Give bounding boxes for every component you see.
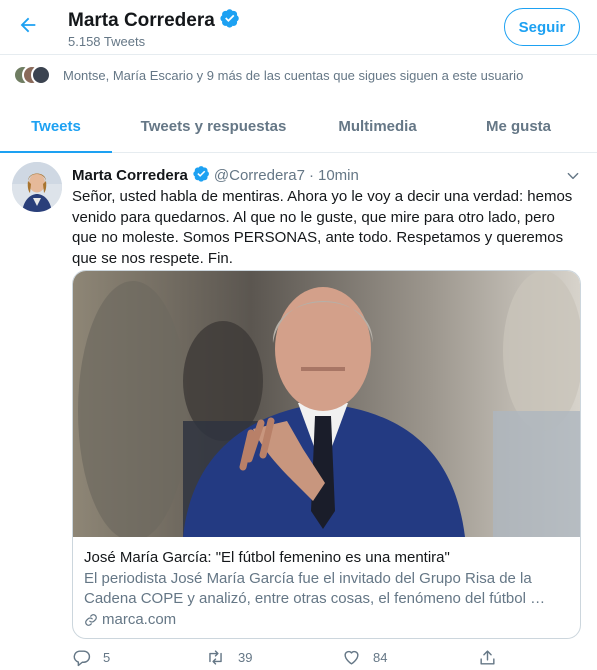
retweet-count: 39 xyxy=(238,650,253,665)
retweet-icon xyxy=(205,648,226,667)
profile-name-text: Marta Corredera xyxy=(68,10,215,31)
mutual-avatars xyxy=(13,65,53,85)
heart-icon xyxy=(342,648,361,667)
tab-tweets-and-replies[interactable]: Tweets y respuestas xyxy=(112,100,315,152)
mutual-followers-text: Montse, María Escario y 9 más de las cue… xyxy=(63,67,524,83)
tweet-count: 5.158 Tweets xyxy=(68,34,146,49)
profile-tabs: Tweets Tweets y respuestas Multimedia Me… xyxy=(0,100,597,153)
profile-name: Marta Corredera xyxy=(68,8,240,34)
verified-badge-icon xyxy=(193,165,210,186)
tab-media[interactable]: Multimedia xyxy=(315,100,440,152)
card-description: El periodista José María García fue el i… xyxy=(84,570,546,607)
chevron-down-icon[interactable] xyxy=(564,167,582,185)
avatar[interactable] xyxy=(12,162,62,212)
card-title: José María García: "El fútbol femenino e… xyxy=(84,549,450,566)
mutual-followers[interactable]: Montse, María Escario y 9 más de las cue… xyxy=(0,56,597,94)
tweet-timestamp[interactable]: 10min xyxy=(318,167,359,184)
arrow-left-icon xyxy=(17,14,39,41)
link-icon xyxy=(84,613,98,627)
retweet-button[interactable]: 39 xyxy=(205,648,252,667)
follow-button[interactable]: Seguir xyxy=(504,8,580,46)
card-domain-text: marca.com xyxy=(102,611,177,628)
card-domain: marca.com xyxy=(84,610,571,630)
like-button[interactable]: 84 xyxy=(342,648,387,667)
avatar xyxy=(31,65,51,85)
reply-count: 5 xyxy=(103,650,111,665)
tweet-text: Señor, usted habla de mentiras. Ahora yo… xyxy=(72,188,573,267)
verified-badge-icon xyxy=(220,8,240,34)
reply-icon xyxy=(72,648,91,667)
back-button[interactable] xyxy=(11,10,45,44)
card-image[interactable] xyxy=(73,271,580,541)
tab-tweets[interactable]: Tweets xyxy=(0,100,112,153)
link-card[interactable]: José María García: "El fútbol femenino e… xyxy=(72,270,581,639)
profile-header: Marta Corredera 5.158 Tweets Seguir xyxy=(0,0,597,55)
like-count: 84 xyxy=(373,650,388,665)
separator: · xyxy=(309,167,314,184)
share-icon xyxy=(478,648,497,667)
tweet[interactable]: Marta Corredera @Corredera7 · 10min Seño… xyxy=(0,153,597,670)
tweet-author-handle[interactable]: @Corredera7 xyxy=(214,167,305,184)
reply-button[interactable]: 5 xyxy=(72,648,110,667)
tab-likes[interactable]: Me gusta xyxy=(440,100,597,152)
share-button[interactable] xyxy=(478,648,509,667)
tweet-actions: 5 39 84 xyxy=(72,648,502,670)
tweet-author-name[interactable]: Marta Corredera xyxy=(72,167,188,184)
tweet-header: Marta Corredera @Corredera7 · 10min xyxy=(72,165,359,186)
card-body: José María García: "El fútbol femenino e… xyxy=(73,538,580,630)
